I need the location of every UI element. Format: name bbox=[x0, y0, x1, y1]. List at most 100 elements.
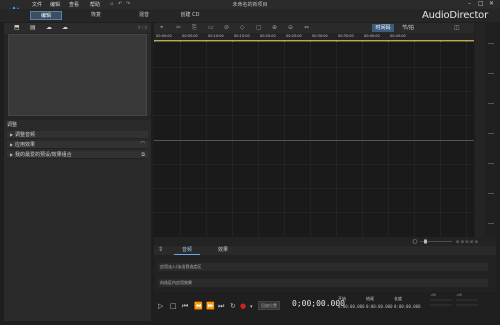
adjust-row-label: 我的最爱的预设/效果组合 bbox=[15, 152, 72, 158]
effects-options-icon[interactable]: ⌒ bbox=[140, 141, 145, 149]
level-meter bbox=[486, 23, 496, 237]
grid-line bbox=[154, 67, 474, 68]
brand-name: AudioDirector bbox=[422, 10, 488, 21]
tab-effects[interactable]: 效果 bbox=[210, 246, 236, 255]
library-toolbar: ⬒ ▤ ☁ ☁ 0 / 0 bbox=[4, 23, 151, 33]
tab-timecode[interactable]: 时间码 bbox=[372, 24, 394, 32]
vu-meter-right bbox=[456, 299, 478, 301]
meter-tick bbox=[488, 43, 494, 44]
zoom-out-icon[interactable]: ⊖ bbox=[288, 24, 293, 31]
paste-icon[interactable]: ▭ bbox=[208, 24, 214, 31]
end-value[interactable]: 0:00:00.000 bbox=[366, 304, 393, 309]
crop-icon[interactable]: ▢ bbox=[256, 24, 262, 31]
ruler-tick-label: 00:10:00 bbox=[208, 34, 224, 38]
tab-audio[interactable]: 音频 bbox=[174, 246, 200, 255]
ruler-tick-label: 00:05:00 bbox=[182, 34, 198, 38]
expand-arrow-icon: ▶ bbox=[10, 142, 14, 147]
meter-tick bbox=[488, 103, 494, 104]
record-icon[interactable]: ● bbox=[240, 302, 246, 310]
vu-label-right: -dB bbox=[456, 293, 462, 297]
library-scrollbar[interactable] bbox=[147, 34, 151, 116]
adjust-row-label: 应用效果 bbox=[15, 142, 36, 148]
zoom-in-icon[interactable]: ⊕ bbox=[272, 24, 277, 31]
ruler-tick-label: 00:00:00 bbox=[156, 34, 172, 38]
minimize-icon[interactable]: – bbox=[468, 0, 471, 7]
cut-icon[interactable]: ✂ bbox=[176, 24, 181, 31]
trim-icon[interactable]: ◇ bbox=[240, 24, 245, 31]
ruler-tick-label: 00:30:00 bbox=[312, 34, 328, 38]
forward-icon[interactable]: ⏩ bbox=[206, 302, 215, 310]
zoom-slider[interactable]: ⊞ ⊞ ⊞ ⊞ ⊞ bbox=[412, 239, 492, 244]
grid-line bbox=[154, 212, 474, 213]
ruler-tick-label: 00:40:00 bbox=[364, 34, 380, 38]
editor-bottom-bar: ⊞ ⊞ ⊞ ⊞ ⊞ bbox=[154, 237, 496, 246]
close-icon[interactable]: ✕ bbox=[489, 0, 494, 7]
select-tool-icon[interactable]: ⌖ bbox=[160, 24, 163, 32]
editor-toolbar: ⌖ ✂ ⎘ ▭ ⊘ ◇ ▢ ⊕ ⊖ ⇔ 时间码 节/拍 ◫ bbox=[154, 23, 474, 33]
playback-position-chip[interactable]: 回放位置 bbox=[258, 301, 280, 310]
waveform-center-line bbox=[154, 140, 474, 141]
delete-icon[interactable]: ⊘ bbox=[224, 24, 229, 31]
length-value[interactable]: 0:00:00.000 bbox=[394, 304, 421, 309]
snap-icon[interactable]: ◫ bbox=[454, 24, 460, 31]
adjust-row-favorites[interactable]: ▶ 我的最爱的预设/效果组合 ⧉ bbox=[7, 151, 148, 159]
ruler-tick-label: 00:35:00 bbox=[338, 34, 354, 38]
prop-row-fade[interactable]: 应用淡入/淡出到选定区 bbox=[158, 263, 488, 271]
library-counter: 0 / 0 bbox=[138, 25, 147, 30]
start-label: 开始 bbox=[338, 296, 346, 301]
ruler-tick-label: 00:25:00 bbox=[286, 34, 302, 38]
vu-meter-left bbox=[430, 299, 452, 301]
vu-meter-left-2 bbox=[430, 304, 452, 306]
adjust-row-effects[interactable]: ▶ 应用效果 ⌒ bbox=[7, 141, 148, 149]
vu-label-left: -dB bbox=[430, 293, 436, 297]
play-icon[interactable]: ▷ bbox=[158, 302, 163, 310]
tab-beats[interactable]: 节/拍 bbox=[398, 24, 418, 32]
tab-mix[interactable]: 混音 bbox=[128, 11, 160, 20]
next-icon[interactable]: ⏭ bbox=[218, 302, 224, 311]
expand-arrow-icon: ▶ bbox=[10, 152, 14, 157]
import-media-icon[interactable]: ⬒ bbox=[14, 24, 20, 31]
prop-row-effect[interactable]: 向选区内应用效果 bbox=[158, 279, 488, 287]
left-pane: ⬒ ▤ ☁ ☁ 0 / 0 调整 ▶ 调整音频 ▶ 应用效果 ⌒ ▶ 我的最爱的预设/… bbox=[4, 23, 151, 321]
cloud-icon[interactable]: ☁ bbox=[62, 24, 68, 31]
record-dropdown-icon[interactable]: ▾ bbox=[250, 304, 253, 310]
loop-icon[interactable]: ↻ bbox=[230, 302, 236, 310]
adjust-panel: 调整 ▶ 调整音频 ▶ 应用效果 ⌒ ▶ 我的最爱的预设/效果组合 ⧉ bbox=[4, 120, 151, 321]
import-document-icon[interactable]: ▤ bbox=[30, 24, 36, 31]
meter-tick bbox=[488, 223, 494, 224]
transport-bar: ▷ □ ⏮ ⏪ ⏩ ⏭ ↻ ● ▾ 回放位置 0;00;00.000 开始 0:… bbox=[154, 293, 496, 321]
copy-icon[interactable]: ⎘ bbox=[192, 24, 197, 32]
start-value[interactable]: 0:00:00.000 bbox=[338, 304, 365, 309]
tab-edit[interactable]: 编辑 bbox=[30, 11, 62, 20]
rewind-icon[interactable]: ⏪ bbox=[194, 302, 203, 310]
ruler-tick-label: 00:15:00 bbox=[234, 34, 250, 38]
editor-vertical-scrollbar[interactable] bbox=[475, 23, 485, 237]
grid-line bbox=[154, 164, 474, 165]
vu-meter-right-2 bbox=[456, 304, 478, 306]
cloud-download-icon[interactable]: ☁ bbox=[46, 24, 52, 31]
properties-panel: 应用淡入/淡出到选定区 向选区内应用效果 bbox=[154, 255, 496, 292]
grid-line bbox=[154, 115, 474, 116]
adjust-row-audio[interactable]: ▶ 调整音频 bbox=[7, 131, 148, 139]
meter-tick bbox=[488, 163, 494, 164]
end-label: 结尾 bbox=[366, 296, 374, 301]
title-bar: 文件 编辑 查看 帮助 ▫ ↶ ↷ 未命名的新项目 – □ ✕ bbox=[0, 0, 500, 19]
waveform-canvas[interactable] bbox=[154, 43, 474, 237]
fit-icon[interactable]: ⇔ bbox=[304, 24, 309, 31]
meter-tick bbox=[488, 193, 494, 194]
maximize-icon[interactable]: □ bbox=[478, 0, 484, 7]
collapse-icon[interactable]: ⇕ bbox=[158, 246, 163, 253]
ruler-tick-label: 00:20:00 bbox=[260, 34, 276, 38]
prev-icon[interactable]: ⏮ bbox=[182, 302, 188, 311]
window-title: 未命名的新项目 bbox=[232, 2, 268, 8]
stop-icon[interactable]: □ bbox=[170, 302, 177, 310]
selection-range-line bbox=[154, 40, 474, 41]
tab-create-cd[interactable]: 创建 CD bbox=[170, 11, 210, 20]
favorites-settings-icon[interactable]: ⧉ bbox=[141, 151, 145, 159]
grid-line bbox=[154, 188, 474, 189]
media-library[interactable] bbox=[8, 34, 147, 116]
meter-tick bbox=[488, 73, 494, 74]
grid-line bbox=[154, 91, 474, 92]
tab-restore[interactable]: 恢复 bbox=[80, 11, 112, 20]
panel-tabs: ⇕ 音频 效果 bbox=[154, 246, 496, 255]
